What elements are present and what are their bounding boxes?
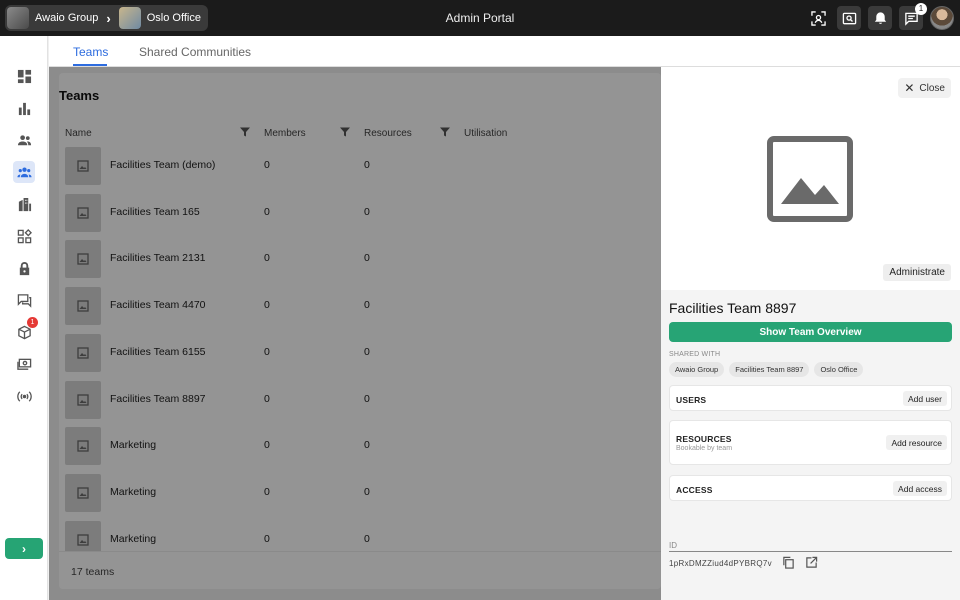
shared-chip[interactable]: Awaio Group	[669, 362, 725, 377]
broadcast-icon	[16, 390, 32, 402]
show-team-overview-button[interactable]: Show Team Overview	[669, 322, 952, 342]
users-section-title: USERS	[676, 395, 707, 405]
packages-badge: 1	[27, 317, 38, 328]
tab-shared-communities[interactable]: Shared Communities	[139, 45, 251, 59]
close-button[interactable]: ✕ Close	[898, 78, 951, 98]
access-section-title: ACCESS	[676, 485, 713, 495]
open-external-icon[interactable]	[805, 556, 819, 570]
top-bar: Awaio Group › Oslo Office Admin Portal 1	[0, 0, 960, 36]
id-divider	[669, 551, 952, 552]
buildings-icon	[18, 197, 31, 211]
nav-users[interactable]	[13, 129, 35, 151]
team-detail-panel: ✕ Close Administrate Facilities Team 889…	[661, 67, 960, 600]
office-avatar[interactable]	[118, 7, 141, 29]
sidebar: 1 ›	[0, 36, 48, 600]
tab-teams[interactable]: Teams	[73, 45, 108, 59]
users-icon	[17, 134, 31, 145]
dashboard-icon	[17, 69, 31, 83]
breadcrumb-item-group[interactable]: Awaio Group	[35, 12, 98, 24]
teams-icon	[16, 167, 32, 177]
lock-icon	[19, 261, 29, 275]
shared-with-chips: Awaio Group Facilities Team 8897 Oslo Of…	[669, 362, 868, 377]
shared-chip[interactable]: Oslo Office	[814, 362, 864, 377]
id-value: 1pRxDMZZiud4dPYBRQ7v	[669, 559, 772, 568]
administrate-button[interactable]: Administrate	[883, 264, 951, 281]
modal-backdrop[interactable]	[49, 67, 661, 600]
resources-section: RESOURCES Bookable by team Add resource	[669, 420, 952, 465]
group-avatar[interactable]	[7, 7, 29, 29]
nav-teams[interactable]	[13, 161, 35, 183]
bell-icon[interactable]	[868, 6, 892, 30]
id-label: ID	[669, 541, 677, 550]
shared-with-label: SHARED WITH	[669, 351, 721, 358]
scan-icon[interactable]	[806, 6, 830, 30]
nav-security[interactable]	[13, 257, 35, 279]
team-image-area: ✕ Close Administrate	[661, 67, 960, 290]
chat-icon	[17, 293, 31, 308]
widgets-icon	[17, 228, 32, 243]
bar-chart-icon	[18, 102, 30, 115]
nav-packages[interactable]: 1	[13, 317, 38, 343]
user-avatar[interactable]	[930, 6, 954, 30]
nav-analytics[interactable]	[13, 97, 35, 119]
team-name: Facilities Team 8897	[669, 300, 797, 316]
messages-badge: 1	[915, 3, 927, 15]
chevron-right-icon: ›	[106, 10, 111, 26]
tab-bar: Teams Shared Communities	[49, 36, 960, 67]
nav-broadcast[interactable]	[13, 385, 35, 407]
close-label: Close	[919, 82, 945, 94]
add-user-button[interactable]: Add user	[902, 391, 947, 406]
access-section: ACCESS Add access	[669, 475, 952, 501]
nav-payments[interactable]	[13, 353, 35, 375]
nav-dashboard[interactable]	[13, 65, 35, 87]
resources-section-subtitle: Bookable by team	[676, 445, 733, 452]
breadcrumb: Awaio Group › Oslo Office	[5, 5, 208, 31]
add-resource-button[interactable]: Add resource	[886, 435, 947, 450]
expand-sidebar-button[interactable]: ›	[5, 538, 43, 559]
shared-chip[interactable]: Facilities Team 8897	[729, 362, 810, 377]
payments-icon	[16, 358, 31, 370]
nav-chat[interactable]	[13, 289, 35, 311]
nav-buildings[interactable]	[13, 193, 35, 215]
breadcrumb-item-office[interactable]: Oslo Office	[147, 12, 201, 24]
copy-icon[interactable]	[782, 556, 796, 570]
messages-icon[interactable]: 1	[899, 3, 927, 30]
search-screen-icon[interactable]	[837, 6, 861, 30]
nav-widgets[interactable]	[13, 225, 35, 247]
image-placeholder-icon	[767, 136, 853, 222]
active-tab-indicator	[73, 64, 107, 66]
close-icon: ✕	[904, 81, 915, 95]
add-access-button[interactable]: Add access	[893, 481, 947, 496]
resources-section-title: RESOURCES	[676, 434, 732, 444]
users-section: USERS Add user	[669, 385, 952, 411]
